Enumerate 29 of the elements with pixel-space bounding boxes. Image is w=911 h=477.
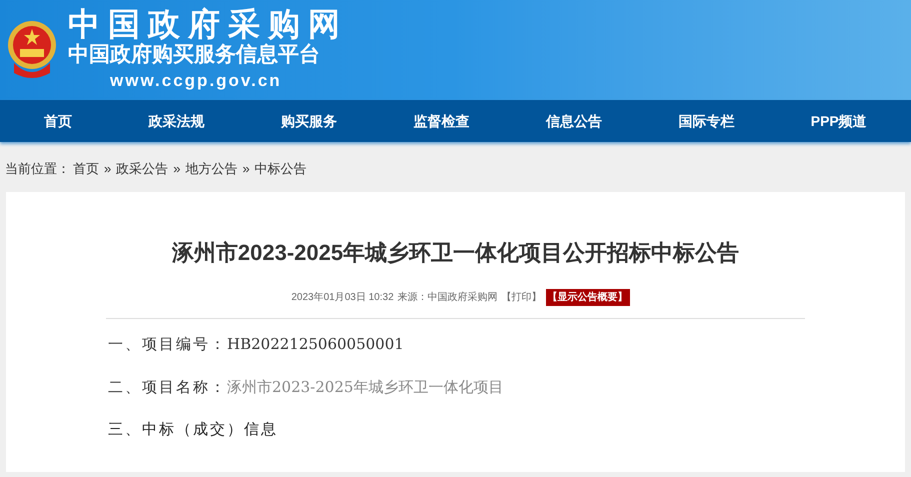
nav-link[interactable]: 国际专栏 xyxy=(674,110,738,132)
section-value: HB2022125060050001 xyxy=(227,334,404,355)
breadcrumb-link[interactable]: 政采公告 xyxy=(116,159,168,179)
print-link[interactable]: 【打印】 xyxy=(502,290,542,305)
section-heading: 三、中标（成交）信息 xyxy=(108,419,278,440)
nav-link[interactable]: 监督检查 xyxy=(409,110,474,132)
breadcrumb-link[interactable]: 地方公告 xyxy=(185,159,238,179)
breadcrumb-separator: » xyxy=(241,160,251,178)
nav-link[interactable]: 信息公告 xyxy=(542,110,606,132)
section-heading: 一、项目编号： xyxy=(108,334,227,355)
summary-button[interactable]: 【显示公告概要】 xyxy=(546,289,630,306)
site-url: www.ccgp.gov.cn xyxy=(109,70,283,92)
emblem-icon xyxy=(6,19,58,81)
source-text: 来源：中国政府采购网 xyxy=(398,290,498,305)
nav-link[interactable]: 购买服务 xyxy=(277,110,342,132)
breadcrumb-separator: » xyxy=(103,160,112,178)
nav-link[interactable]: 政采法规 xyxy=(144,110,209,132)
breadcrumb-link[interactable]: 首页 xyxy=(73,159,99,179)
site-name: 中国政府采购网 xyxy=(68,6,348,42)
publish-date: 2023年01月03日 10:32 xyxy=(291,291,394,305)
nav-link[interactable]: 首页 xyxy=(40,110,76,132)
site-subtitle: 中国政府购买服务信息平台 xyxy=(68,42,321,68)
nav-link[interactable]: PPP频道 xyxy=(806,110,871,132)
breadcrumb-link[interactable]: 中标公告 xyxy=(254,159,307,179)
section-value: 涿州市2023-2025年城乡环卫一体化项目 xyxy=(227,376,504,398)
section-heading: 二、项目名称： xyxy=(108,376,227,398)
breadcrumb-label: 当前位置： xyxy=(5,160,70,178)
breadcrumb-separator: » xyxy=(172,160,182,178)
article-title: 涿州市2023-2025年城乡环卫一体化项目公开招标中标公告 xyxy=(170,239,740,267)
